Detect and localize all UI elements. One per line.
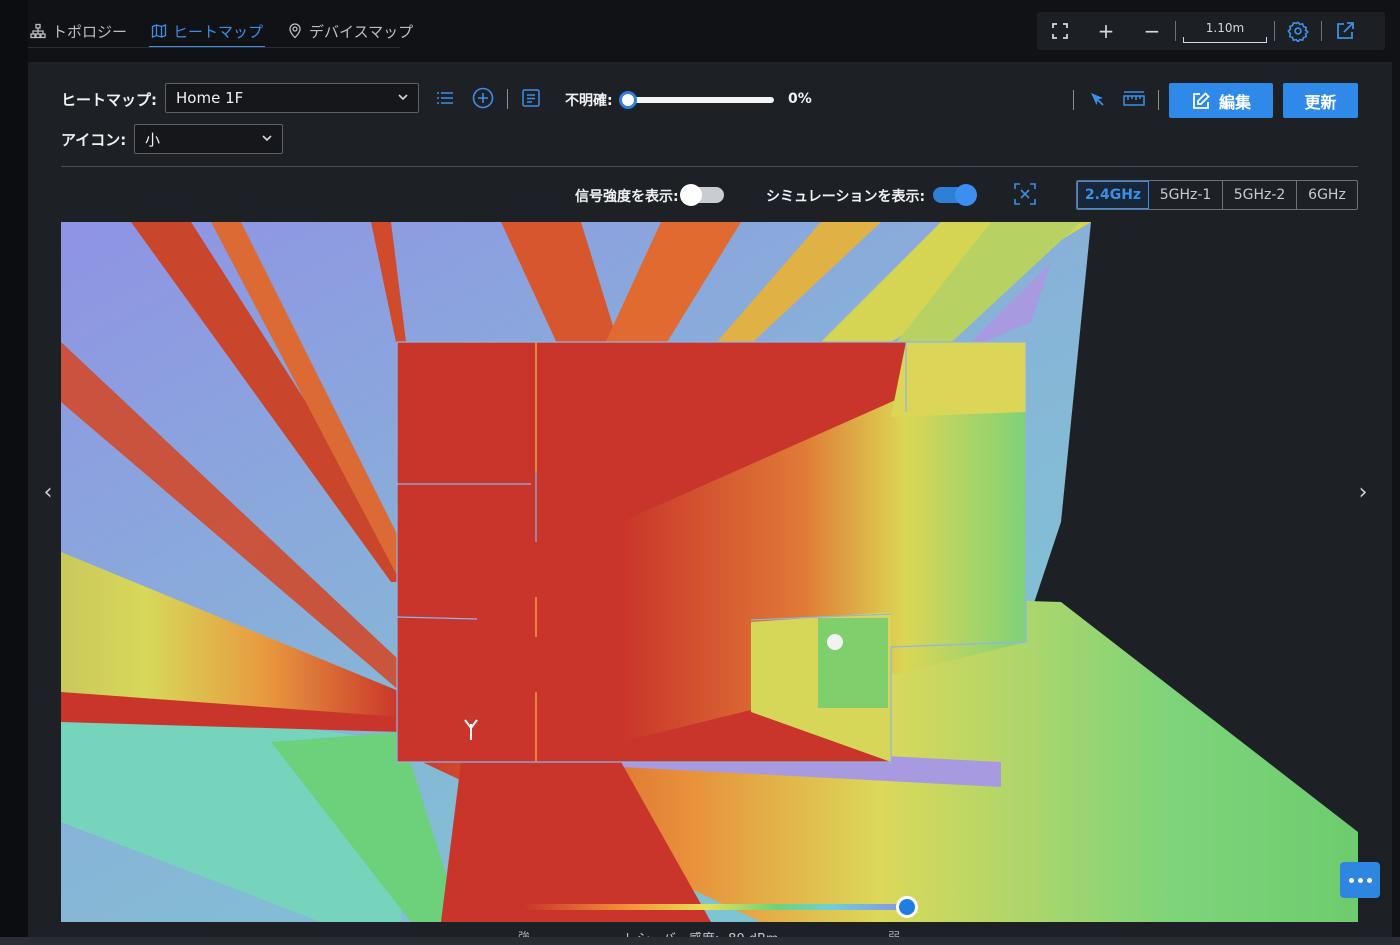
scale-label: 1.10m	[1205, 21, 1245, 35]
band-5ghz-1[interactable]: 5GHz-1	[1149, 181, 1223, 209]
edit-button-label: 編集	[1218, 92, 1251, 112]
opacity-slider[interactable]	[626, 97, 774, 103]
opacity-label: 不明確:	[565, 93, 613, 109]
heatmap-select-label: ヒートマップ:	[61, 91, 157, 109]
minus-icon: −	[1143, 19, 1161, 43]
chevron-down-icon	[398, 94, 408, 101]
fullscreen-icon	[1052, 23, 1068, 39]
clear-area-icon	[1014, 183, 1036, 205]
zoom-out-button[interactable]: −	[1129, 12, 1175, 50]
document-icon	[522, 89, 540, 107]
scale-bar	[1183, 37, 1267, 43]
view-tabs: トポロジー ヒートマップ デバイスマップ	[28, 16, 415, 48]
icon-size-select[interactable]: 小	[134, 124, 283, 154]
tab-device-map[interactable]: デバイスマップ	[285, 16, 415, 48]
toggle-knob	[680, 184, 702, 206]
opacity-value: 0%	[788, 91, 812, 107]
icon-size-label: アイコン:	[61, 131, 127, 149]
select-tool-button[interactable]	[1086, 88, 1108, 110]
add-button[interactable]	[472, 87, 494, 109]
heatmap-panel: ヒートマップ: Home 1F 不明確: 0% 編集 更新 アイコン: 小 信号…	[28, 62, 1392, 945]
zoom-in-button[interactable]: +	[1083, 12, 1129, 50]
map-scale: 1.10m	[1176, 19, 1274, 43]
ruler-icon	[1123, 91, 1145, 106]
next-map-button[interactable]: ›	[1353, 480, 1373, 505]
heatmap-canvas[interactable]	[61, 222, 1358, 922]
tab-heatmap[interactable]: ヒートマップ	[149, 16, 266, 48]
notes-button[interactable]	[520, 87, 542, 109]
opacity-slider-handle[interactable]	[619, 91, 637, 109]
controls-separator	[1073, 90, 1074, 110]
plus-icon: +	[1097, 19, 1115, 43]
cursor-icon	[1091, 93, 1104, 106]
fullscreen-button[interactable]	[1037, 12, 1083, 50]
list-button[interactable]	[435, 88, 455, 108]
icon-size-value: 小	[145, 130, 161, 149]
tabs-divider	[28, 47, 400, 48]
refresh-button-label: 更新	[1304, 92, 1337, 112]
refresh-button[interactable]: 更新	[1283, 83, 1358, 118]
external-link-icon	[1337, 22, 1354, 39]
receiver-sensitivity-handle[interactable]	[896, 896, 918, 918]
open-external-button[interactable]	[1322, 12, 1368, 50]
map-icon	[151, 24, 167, 38]
chat-button[interactable]	[1340, 862, 1380, 898]
band-selector: 2.4GHz 5GHz-1 5GHz-2 6GHz	[1076, 180, 1358, 210]
controls-separator	[507, 89, 508, 109]
settings-button[interactable]	[1275, 12, 1321, 50]
map-toolbar: + − 1.10m	[1037, 12, 1385, 50]
simulation-label: シミュレーションを表示:	[766, 189, 926, 205]
signal-strength-label: 信号強度を表示:	[575, 189, 679, 205]
tab-device-map-label: デバイスマップ	[309, 22, 414, 41]
signal-strength-toggle[interactable]	[680, 184, 724, 206]
edit-icon	[1193, 91, 1210, 109]
bottom-scrollbar[interactable]	[0, 937, 1400, 945]
topology-icon	[30, 23, 46, 39]
controls-divider	[61, 166, 1358, 167]
controls-separator	[1158, 90, 1159, 110]
tab-heatmap-label: ヒートマップ	[173, 22, 264, 41]
tab-topology[interactable]: トポロジー	[28, 16, 129, 48]
chat-dot	[1348, 877, 1354, 883]
heatmap-select[interactable]: Home 1F	[165, 83, 419, 113]
heatmap-app: トポロジー ヒートマップ デバイスマップ + − 1.10m ヒートマップ: H…	[0, 0, 1400, 945]
chevron-down-icon	[262, 135, 272, 142]
heatmap-visual	[61, 222, 1358, 922]
tab-topology-label: トポロジー	[52, 22, 128, 41]
signal-legend-bar	[520, 904, 908, 910]
device-map-icon	[289, 23, 301, 39]
gear-icon	[1287, 21, 1309, 42]
heatmap-select-value: Home 1F	[176, 89, 244, 107]
simulation-toggle[interactable]	[933, 184, 977, 206]
edit-button[interactable]: 編集	[1169, 83, 1273, 118]
measure-tool-button[interactable]	[1122, 88, 1146, 110]
band-2-4ghz[interactable]: 2.4GHz	[1077, 181, 1149, 209]
toggle-knob	[955, 184, 977, 206]
add-circle-icon	[472, 87, 494, 109]
list-icon	[437, 92, 453, 104]
clear-selection-button[interactable]	[1013, 182, 1037, 206]
band-5ghz-2[interactable]: 5GHz-2	[1223, 181, 1297, 209]
chat-dot	[1366, 877, 1372, 883]
band-6ghz[interactable]: 6GHz	[1297, 181, 1357, 209]
left-edge	[0, 0, 28, 945]
prev-map-button[interactable]: ‹	[38, 480, 58, 505]
chat-dot	[1357, 877, 1363, 883]
